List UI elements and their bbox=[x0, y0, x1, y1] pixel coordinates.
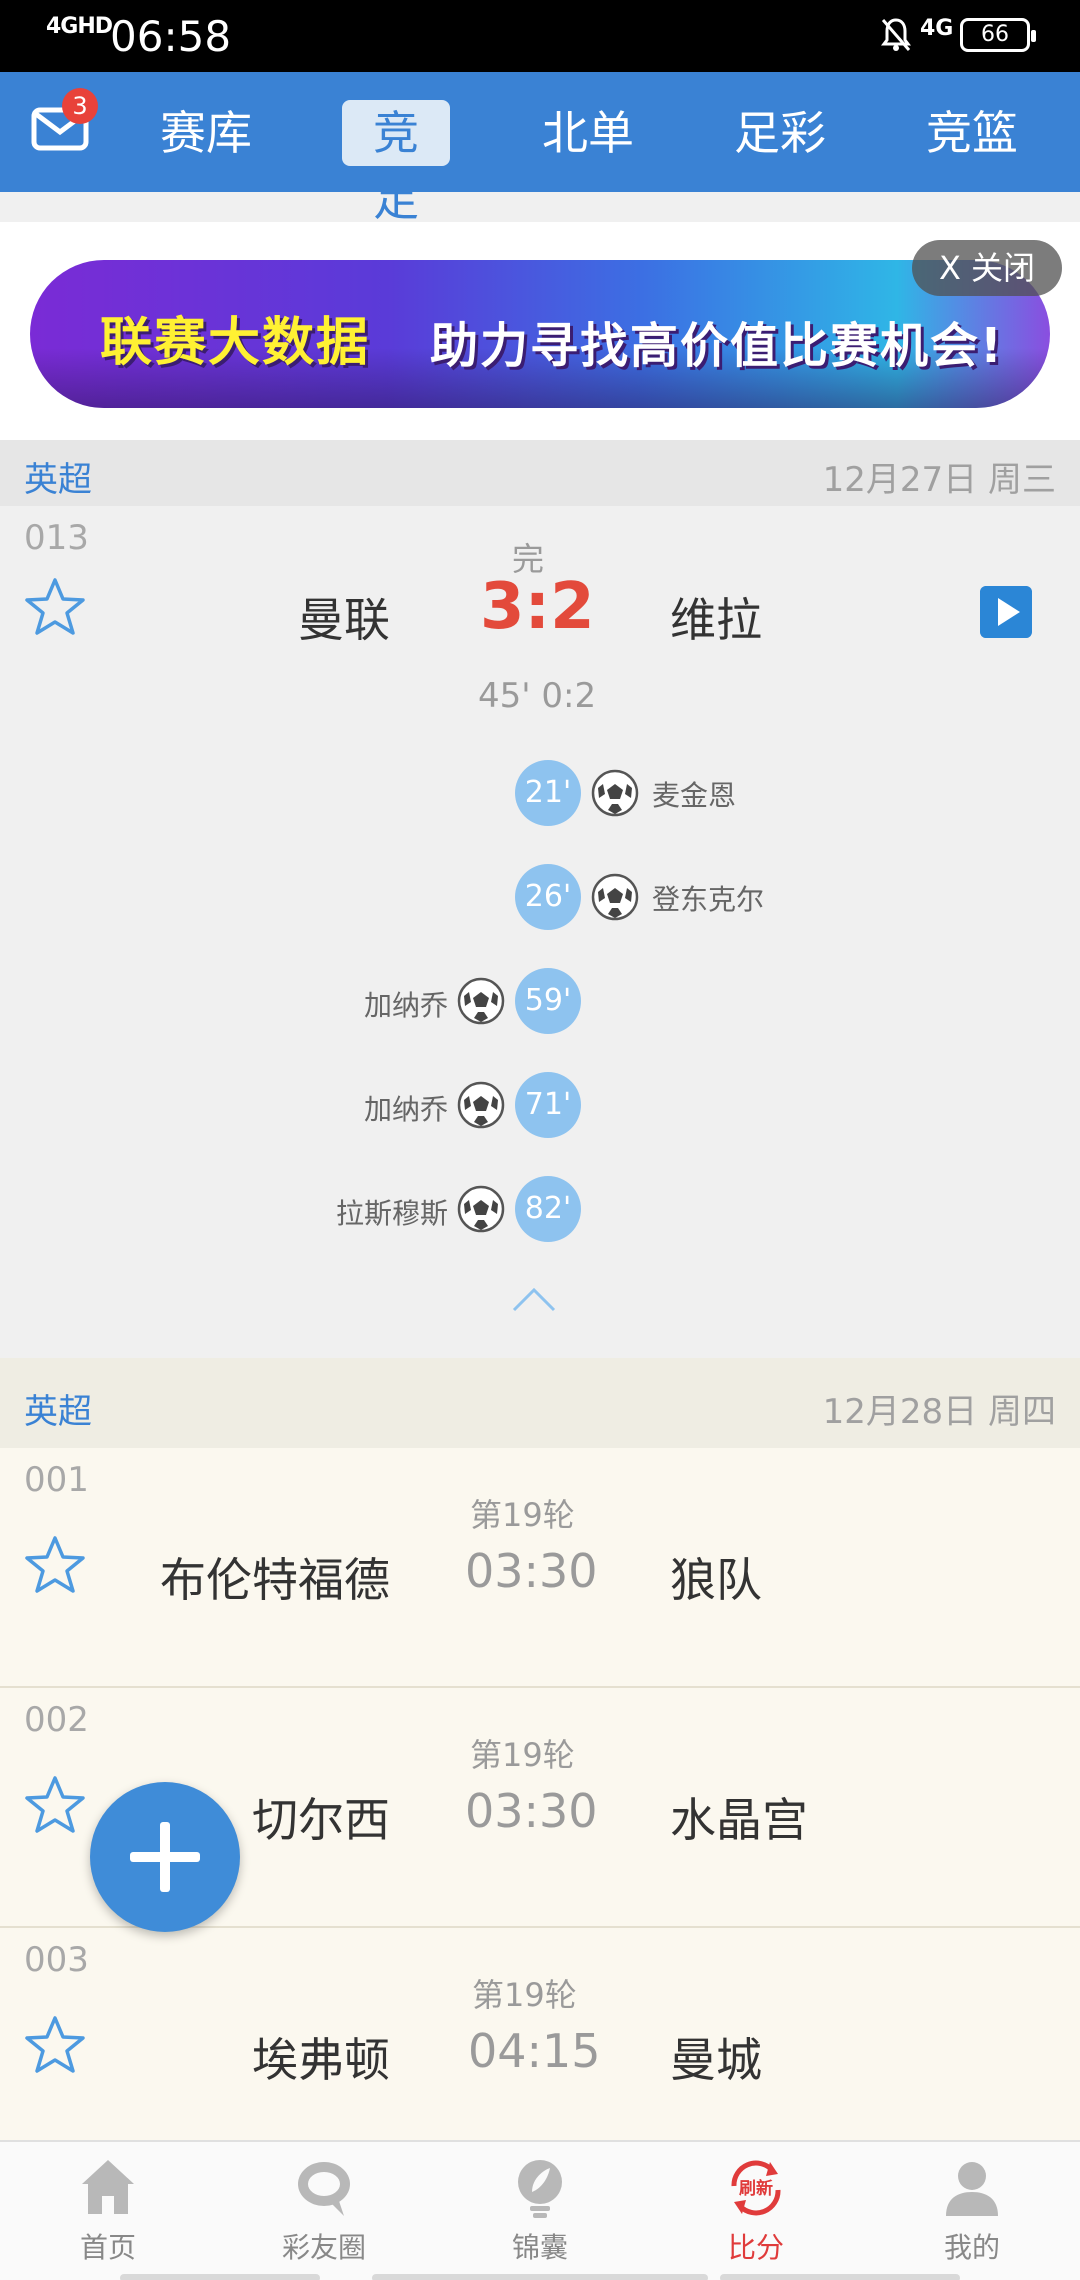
nav-label: 比分 bbox=[727, 2231, 784, 2264]
event-minute: 71' bbox=[515, 1072, 581, 1138]
football-icon bbox=[591, 769, 639, 817]
away-team: 曼城 bbox=[670, 2033, 762, 2087]
bell-muted-icon bbox=[881, 18, 911, 51]
kickoff-time: 03:30 bbox=[465, 1784, 598, 1838]
tips-icon bbox=[518, 2160, 562, 2218]
football-icon bbox=[591, 873, 639, 921]
match-card[interactable]: 001 第19轮 布伦特福德 03:30 狼队 bbox=[0, 1448, 1080, 1688]
clock: 06:58 bbox=[110, 12, 232, 61]
nav-label: 锦囊 bbox=[511, 2231, 568, 2264]
home-team: 布伦特福德 bbox=[160, 1553, 390, 1607]
bottom-nav: 首页 彩友圈 锦囊 刷新 比分 我的 bbox=[0, 2140, 1080, 2280]
event-player: 加纳乔 bbox=[363, 1093, 448, 1126]
ad-banner[interactable]: 联赛大数据 助力寻找高价值比赛机会! bbox=[30, 260, 1050, 408]
star-icon[interactable] bbox=[24, 1534, 86, 1596]
add-fab-button[interactable] bbox=[90, 1782, 240, 1932]
star-icon[interactable] bbox=[24, 1774, 86, 1836]
top-nav: 3 赛库 竞足 北单 足彩 竞篮 bbox=[0, 72, 1080, 226]
app-screen: 4GHD 06:58 4G 66 3 赛库 竞足 北单 足彩 竞篮 联赛大数据 … bbox=[0, 0, 1080, 2280]
nav-label: 我的 bbox=[943, 2231, 1000, 2264]
mail-badge: 3 bbox=[62, 88, 98, 124]
match-number: 003 bbox=[24, 1940, 89, 1980]
refresh-score-icon: 刷新 bbox=[731, 2160, 781, 2216]
away-team: 维拉 bbox=[670, 593, 762, 647]
ad-text-primary: 联赛大数据 bbox=[100, 313, 371, 373]
match-round: 第19轮 bbox=[470, 1496, 575, 1534]
home-icon bbox=[82, 2160, 134, 2214]
nav-label: 首页 bbox=[79, 2231, 136, 2264]
status-bar: 4GHD 06:58 4G 66 bbox=[0, 0, 1080, 72]
scroll-indicator bbox=[720, 2274, 960, 2280]
chevron-up-icon[interactable] bbox=[510, 1284, 558, 1314]
user-icon bbox=[946, 2162, 998, 2216]
event-player: 加纳乔 bbox=[363, 989, 448, 1022]
match-number: 002 bbox=[24, 1700, 89, 1740]
nav-home[interactable]: 首页 bbox=[0, 2142, 216, 2280]
battery-icon: 66 bbox=[960, 18, 1036, 52]
match-card-finished[interactable]: 013 完 曼联 3:2 维拉 45' 0:2 21' 麦金恩 26' 登东克尔… bbox=[0, 506, 1080, 1358]
tab-zucai[interactable]: 足彩 bbox=[730, 100, 830, 166]
play-video-icon[interactable] bbox=[980, 586, 1032, 638]
football-icon bbox=[457, 1081, 505, 1129]
event-player: 拉斯穆斯 bbox=[335, 1197, 448, 1230]
battery-level: 66 bbox=[981, 22, 1009, 47]
nav-profile[interactable]: 我的 bbox=[864, 2142, 1080, 2280]
match-round: 第19轮 bbox=[470, 1736, 575, 1774]
football-icon bbox=[457, 977, 505, 1025]
event-player: 登东克尔 bbox=[652, 883, 765, 916]
away-team: 水晶宫 bbox=[670, 1793, 808, 1847]
football-icon bbox=[457, 1185, 505, 1233]
home-team: 埃弗顿 bbox=[252, 2033, 390, 2087]
chat-icon bbox=[298, 2162, 350, 2216]
ad-area: 联赛大数据 助力寻找高价值比赛机会! X 关闭 bbox=[0, 222, 1080, 440]
tab-jingzu[interactable]: 竞足 bbox=[342, 100, 450, 226]
league-name[interactable]: 英超 bbox=[24, 1384, 92, 1433]
ad-close-button[interactable]: X 关闭 bbox=[912, 240, 1062, 296]
event-player: 麦金恩 bbox=[652, 779, 737, 812]
signal-4g-indicator: 4G bbox=[920, 16, 954, 41]
nav-tips[interactable]: 锦囊 bbox=[432, 2142, 648, 2280]
nav-community[interactable]: 彩友圈 bbox=[216, 2142, 432, 2280]
tab-jinglan[interactable]: 竞篮 bbox=[922, 100, 1022, 166]
ad-text-secondary: 助力寻找高价值比赛机会! bbox=[430, 318, 1004, 374]
nav-label: 彩友圈 bbox=[281, 2231, 366, 2264]
league-header: 英超 12月28日 周四 bbox=[0, 1358, 1080, 1448]
network-indicator: 4GHD bbox=[46, 14, 113, 39]
kickoff-time: 03:30 bbox=[465, 1544, 598, 1598]
league-name[interactable]: 英超 bbox=[24, 452, 92, 501]
tab-beidan[interactable]: 北单 bbox=[538, 100, 638, 166]
match-date: 12月28日 周四 bbox=[822, 1392, 1056, 1432]
refresh-badge-text: 刷新 bbox=[739, 2178, 773, 2199]
match-number: 013 bbox=[24, 518, 89, 558]
event-minute: 26' bbox=[515, 864, 581, 930]
away-team: 狼队 bbox=[670, 1553, 762, 1607]
match-round: 第19轮 bbox=[472, 1976, 577, 2014]
event-minute: 82' bbox=[515, 1176, 581, 1242]
star-icon[interactable] bbox=[24, 576, 86, 638]
home-team: 曼联 bbox=[298, 593, 390, 647]
halftime-score: 45' 0:2 bbox=[478, 676, 597, 716]
star-icon[interactable] bbox=[24, 2014, 86, 2076]
kickoff-time: 04:15 bbox=[468, 2024, 601, 2078]
match-date: 12月27日 周三 bbox=[822, 460, 1056, 500]
match-card[interactable]: 003 第19轮 埃弗顿 04:15 曼城 bbox=[0, 1928, 1080, 2140]
match-number: 001 bbox=[24, 1460, 89, 1500]
league-header: 英超 12月27日 周三 bbox=[0, 440, 1080, 506]
match-score: 3:2 bbox=[480, 570, 595, 644]
tab-saiku[interactable]: 赛库 bbox=[156, 100, 256, 166]
event-minute: 21' bbox=[515, 760, 581, 826]
event-minute: 59' bbox=[515, 968, 581, 1034]
scroll-indicator bbox=[372, 2274, 708, 2280]
scroll-indicator bbox=[120, 2274, 320, 2280]
nav-score[interactable]: 刷新 比分 bbox=[648, 2142, 864, 2280]
